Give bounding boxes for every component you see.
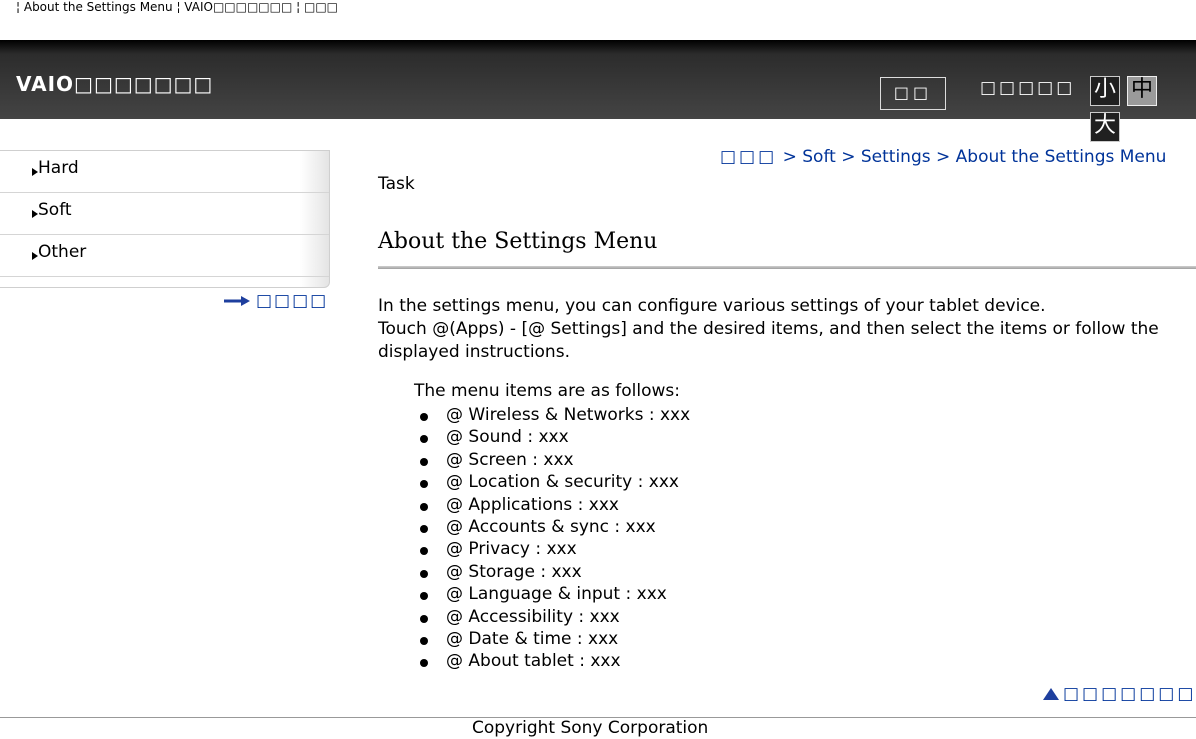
bullet-icon [420,636,428,645]
list-item: @ Privacy : xxx [418,538,690,560]
list-item-text: @ Location & security : xxx [446,472,679,493]
intro-paragraph: In the settings menu, you can configure … [378,296,1046,316]
font-size-label: □□□□□ [980,78,1076,98]
list-item-text: @ Storage : xxx [446,561,582,582]
list-item: @ Accounts & sync : xxx [418,516,690,538]
list-item: @ Applications : xxx [418,494,690,516]
caret-right-icon [32,168,38,176]
sidebar-item-hard[interactable]: Hard [0,151,329,193]
breadcrumb-item-soft[interactable]: Soft [802,147,836,167]
list-item-text: @ Wireless & Networks : xxx [446,405,691,425]
app-title: VAIO□□□□□□□ [16,72,214,96]
breadcrumb-item-current[interactable]: About the Settings Menu [956,147,1167,167]
menu-items-list: @ Wireless & Networks : xxx @ Sound : xx… [418,404,690,673]
breadcrumb-separator: > [936,147,951,167]
bullet-icon [420,569,428,578]
bullet-icon [420,614,428,623]
bullet-icon [420,502,428,511]
list-item: @ Accessibility : xxx [418,606,690,628]
bullet-icon [420,592,428,601]
arrow-right-icon [224,296,250,306]
list-item-text: @ Sound : xxx [446,427,569,448]
list-item-text: @ Privacy : xxx [446,539,577,560]
list-item-text: @ Applications : xxx [446,494,619,515]
bullet-icon [420,659,428,668]
back-to-top-link[interactable]: □□□□□□□ [1043,684,1196,704]
bullet-icon [420,480,428,489]
list-item-text: @ Screen : xxx [446,449,574,470]
sidebar-item-label: Other [38,242,87,262]
caret-right-icon [32,210,38,218]
breadcrumb-separator: > [841,147,856,167]
sidebar-item-label: Hard [38,158,79,178]
breadcrumb-separator: > [782,147,797,167]
task-label: Task [378,174,415,194]
copyright-text: Copyright Sony Corporation [472,718,709,738]
bullet-icon [420,413,428,421]
sitemap-label: □□□□ [256,291,329,311]
list-item-text: @ Accessibility : xxx [446,606,620,627]
bullet-icon [420,435,428,444]
list-item: @ Sound : xxx [418,426,690,448]
list-item: @ Date & time : xxx [418,628,690,650]
sidebar-item-soft[interactable]: Soft [0,193,329,235]
font-large-button[interactable]: 大 [1090,112,1120,142]
bullet-icon [420,457,428,466]
list-item: @ About tablet : xxx [418,650,690,672]
header-bar: VAIO□□□□□□□ □□ □□□□□ [0,40,1196,119]
list-item-text: @ Date & time : xxx [446,628,619,649]
list-item: @ Storage : xxx [418,561,690,583]
sidebar-nav: Hard Soft Other [0,150,330,288]
menu-intro-text: The menu items are as follows: [414,381,680,401]
font-small-button[interactable]: 小 [1090,76,1120,106]
font-medium-button[interactable]: 中 [1127,76,1157,106]
list-item: @ Language & input : xxx [418,583,690,605]
page-title: About the Settings Menu [378,229,658,254]
sidebar-item-other[interactable]: Other [0,235,329,277]
instruction-paragraph: Touch @(Apps) - [@ Settings] and the des… [378,319,1159,362]
sidebar-item-label: Soft [38,200,72,220]
list-item: @ Wireless & Networks : xxx [418,404,690,426]
list-item: @ Location & security : xxx [418,471,690,493]
bullet-icon [420,547,428,556]
bullet-icon [420,524,428,533]
breadcrumb-item-settings[interactable]: Settings [861,147,931,167]
triangle-up-icon [1043,688,1059,700]
caret-right-icon [32,252,38,260]
list-item-text: @ Accounts & sync : xxx [446,516,656,537]
sitemap-link[interactable]: □□□□ [224,291,328,311]
list-item: @ Screen : xxx [418,449,690,471]
search-button[interactable]: □□ [880,77,946,110]
breadcrumb: □□□ > Soft > Settings > About the Settin… [720,147,1166,167]
list-item-text: @ Language & input : xxx [446,584,667,605]
title-divider [378,266,1196,269]
breadcrumb-home[interactable]: □□□ [720,147,777,167]
list-item-text: @ About tablet : xxx [446,651,621,672]
page-path-text: ¦ About the Settings Menu ¦ VAIO□□□□□□□ … [16,0,338,14]
back-to-top-label: □□□□□□□ [1063,684,1196,704]
